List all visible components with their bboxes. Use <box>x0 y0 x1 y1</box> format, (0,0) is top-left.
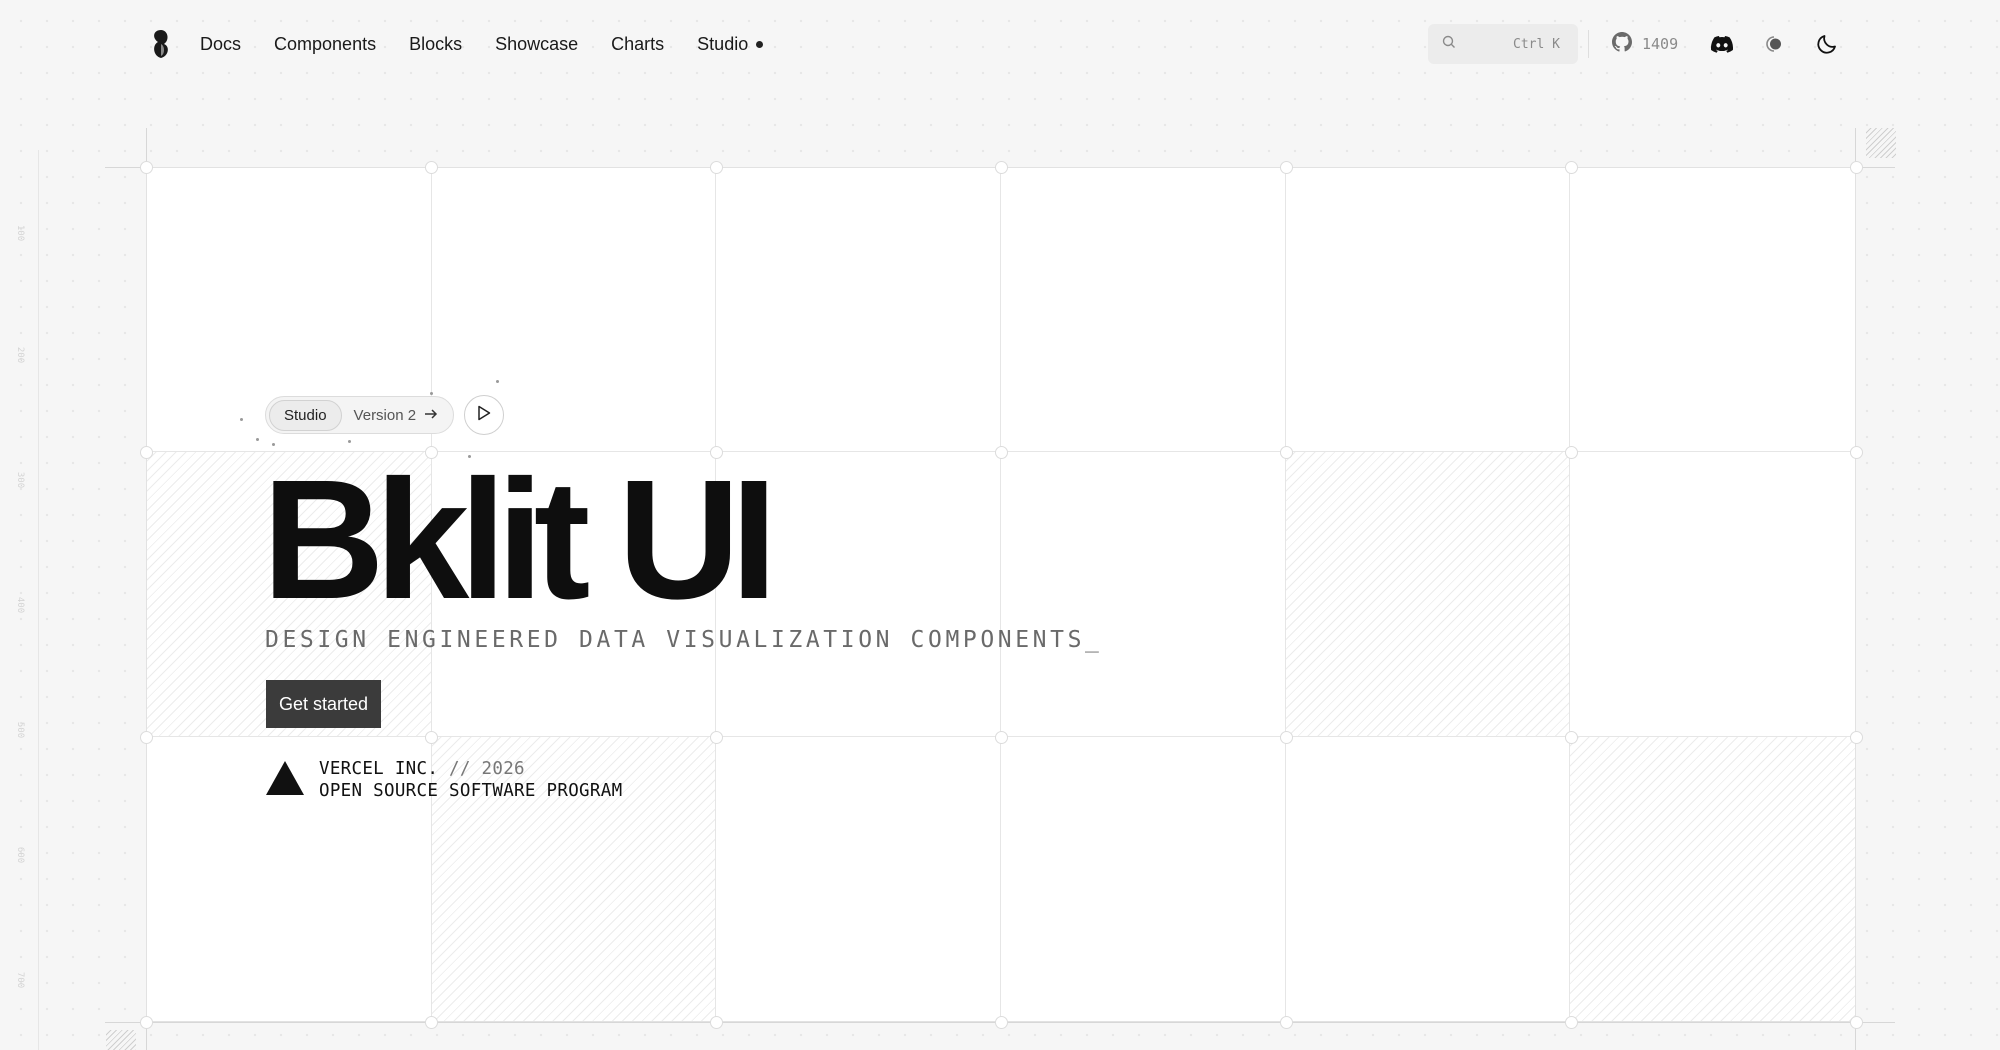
ruler-label: 200 <box>15 346 26 364</box>
ruler-label: 400 <box>15 596 26 614</box>
grid-node <box>424 730 438 744</box>
discord-icon[interactable] <box>1708 30 1736 58</box>
github-stars: 1409 <box>1642 35 1679 53</box>
grid-cell-hatched <box>1570 736 1855 1021</box>
grid-node <box>1564 1015 1578 1029</box>
grid-node <box>1279 160 1293 174</box>
ruler-label: 500 <box>15 721 26 739</box>
grid-node <box>994 730 1008 744</box>
grid-cell-hatched <box>1285 452 1571 737</box>
grid-node <box>1279 730 1293 744</box>
main-nav: Docs Components Blocks Showcase Charts S… <box>200 0 764 88</box>
search-icon <box>1442 35 1456 54</box>
nav-label: Charts <box>611 33 665 54</box>
nav-blocks[interactable]: Blocks <box>409 34 462 55</box>
grid-node <box>994 1015 1008 1029</box>
sparkle <box>256 438 259 441</box>
sparkle <box>240 418 243 421</box>
hero-title: Bklit UI <box>262 445 778 635</box>
nav-label: Components <box>274 33 377 54</box>
header-divider <box>1588 30 1589 58</box>
grid-node <box>1849 445 1863 459</box>
grid-node <box>139 730 153 744</box>
grid-node <box>139 445 153 459</box>
ruler-label: 300 <box>15 471 26 489</box>
grid-node <box>1279 445 1293 459</box>
grid-node <box>1564 160 1578 174</box>
grid-node <box>1849 1015 1863 1029</box>
search-shortcut: Ctrl K <box>1513 36 1560 52</box>
grid-node <box>1564 445 1578 459</box>
nav-components[interactable]: Components <box>274 34 376 55</box>
github-icon <box>1612 32 1632 56</box>
pill-version: Version 2 <box>342 407 451 424</box>
nav-label: Blocks <box>409 33 463 54</box>
sparkle <box>430 392 433 395</box>
vercel-triangle-icon <box>265 760 305 801</box>
grid-node <box>994 445 1008 459</box>
moon-icon[interactable] <box>1813 30 1841 58</box>
nav-docs[interactable]: Docs <box>200 34 241 55</box>
grid-cell <box>716 168 1001 453</box>
grid-cell <box>1285 168 1571 453</box>
corner-hatch <box>106 1030 136 1050</box>
sparkle <box>496 380 499 383</box>
pill-version-label: Version 2 <box>353 406 417 424</box>
grid-cell <box>1570 168 1855 453</box>
github-link[interactable]: 1409 <box>1612 30 1678 58</box>
grid-node <box>424 1015 438 1029</box>
new-dot-indicator <box>756 40 764 48</box>
nav-label: Studio <box>697 33 749 54</box>
pill-tag: Studio <box>269 399 342 431</box>
nav-label: Showcase <box>495 33 579 54</box>
grid-cell <box>1000 736 1286 1021</box>
grid-cell <box>1285 736 1571 1021</box>
nav-studio[interactable]: Studio <box>697 33 764 55</box>
corner-hatch <box>1866 128 1896 158</box>
ruler-label: 700 <box>15 971 26 989</box>
vercel-text: VERCEL INC. // 2026 OPEN SOURCE SOFTWARE… <box>319 758 622 802</box>
ruler-label: 100 <box>15 224 26 242</box>
grid-node <box>1564 730 1578 744</box>
vercel-credit: VERCEL INC. // 2026 OPEN SOURCE SOFTWARE… <box>265 758 622 802</box>
grid-node <box>994 160 1008 174</box>
grid-node <box>709 1015 723 1029</box>
ruler-label: 600 <box>15 846 26 864</box>
vercel-org: VERCEL INC. <box>319 759 439 779</box>
grid-node <box>1849 730 1863 744</box>
grid-node <box>139 1015 153 1029</box>
grid-node <box>709 730 723 744</box>
bklit-logo-icon[interactable] <box>148 28 174 60</box>
grid-node <box>424 160 438 174</box>
ruler-line <box>38 150 39 1050</box>
get-started-button[interactable]: Get started <box>266 680 381 728</box>
grid-cell <box>1000 168 1286 453</box>
grid-node <box>1279 1015 1293 1029</box>
play-icon <box>477 405 491 426</box>
contrast-icon[interactable] <box>1760 30 1788 58</box>
vercel-year: // 2026 <box>438 759 525 779</box>
grid-cell <box>716 736 1001 1021</box>
nav-showcase[interactable]: Showcase <box>495 34 578 55</box>
site-header: Docs Components Blocks Showcase Charts S… <box>0 0 2000 88</box>
grid-node <box>709 160 723 174</box>
nav-charts[interactable]: Charts <box>611 34 664 55</box>
grid-cell <box>1570 452 1855 737</box>
arrow-right-icon <box>424 407 438 424</box>
nav-label: Docs <box>200 33 242 54</box>
grid-node <box>1849 160 1863 174</box>
grid-cell <box>1000 452 1286 737</box>
grid-node <box>139 160 153 174</box>
play-button[interactable] <box>464 395 504 435</box>
search-button[interactable]: Ctrl K <box>1428 24 1578 64</box>
sparkle <box>348 440 351 443</box>
vercel-program: OPEN SOURCE SOFTWARE PROGRAM <box>319 781 623 801</box>
version-pill[interactable]: Studio Version 2 <box>265 396 455 434</box>
hero-subtitle: DESIGN ENGINEERED DATA VISUALIZATION COM… <box>265 627 1103 653</box>
